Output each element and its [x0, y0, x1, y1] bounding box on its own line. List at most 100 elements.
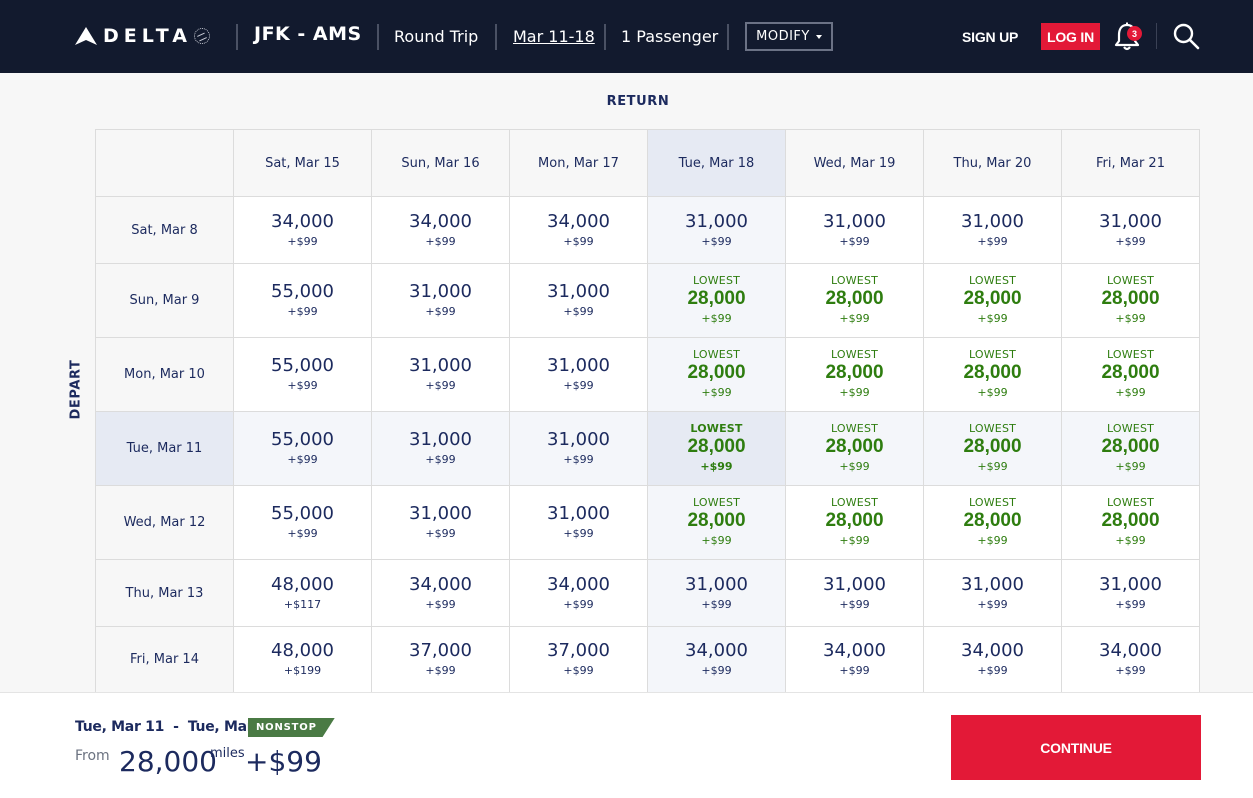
fare-cell[interactable]: 55,000 +$99 [233, 411, 372, 486]
fare-fee: +$99 [839, 664, 870, 677]
fare-cell[interactable]: 34,000 +$99 [371, 559, 510, 627]
selection-summary-bar: Tue, Mar 11 - Tue, Mar 18 NONSTOP From 2… [0, 692, 1253, 798]
fare-cell[interactable]: LOWEST 28,000 +$99 [647, 485, 786, 560]
fare-fee: +$99 [1115, 386, 1146, 399]
return-date-header: Thu, Mar 20 [923, 129, 1062, 197]
fare-cell[interactable]: 31,000 +$99 [923, 559, 1062, 627]
return-date-header: Tue, Mar 18 [647, 129, 786, 197]
corner-cell [95, 129, 234, 197]
fare-cell[interactable]: LOWEST 28,000 +$99 [923, 263, 1062, 338]
log-in-button[interactable]: LOG IN [1041, 23, 1100, 50]
fare-fee: +$99 [1115, 312, 1146, 325]
fare-cell[interactable]: 48,000 +$117 [233, 559, 372, 627]
fare-fee: +$99 [839, 534, 870, 547]
fare-cell[interactable]: LOWEST 28,000 +$99 [1061, 411, 1200, 486]
fare-cell[interactable]: 31,000 +$99 [1061, 559, 1200, 627]
top-nav-bar: DELTA JFK - AMS Round Trip Mar 11-18 1 P… [0, 0, 1253, 73]
fare-cell[interactable]: 31,000 +$99 [509, 263, 648, 338]
fare-cell[interactable]: LOWEST 28,000 +$99 [647, 337, 786, 412]
fare-cell[interactable]: 31,000 +$99 [509, 337, 648, 412]
divider [236, 24, 238, 50]
fare-cell[interactable]: 34,000 +$99 [509, 559, 648, 627]
depart-row: Sat, Mar 8 34,000 +$99 34,000 +$99 34,000 +$99… [95, 196, 1200, 264]
fare-miles: 31,000 [685, 573, 748, 595]
fare-cell[interactable]: 55,000 +$99 [233, 263, 372, 338]
continue-button[interactable]: CONTINUE [951, 715, 1201, 780]
fare-cell[interactable]: LOWEST 28,000 +$99 [1061, 263, 1200, 338]
travel-dates-link[interactable]: Mar 11-18 [513, 27, 595, 46]
fare-cell[interactable]: LOWEST 28,000 +$99 [923, 485, 1062, 560]
return-dates-row: Sat, Mar 15 Sun, Mar 16 Mon, Mar 17 Tue, Ma… [95, 129, 1200, 197]
fare-fee: +$99 [287, 305, 318, 318]
fare-miles: 28,000 [825, 436, 884, 457]
fare-cell[interactable]: 48,000 +$199 [233, 626, 372, 693]
fare-cell[interactable]: LOWEST 28,000 +$99 [1061, 485, 1200, 560]
fare-cell[interactable]: 31,000 +$99 [1061, 196, 1200, 264]
fare-cell[interactable]: 34,000 +$99 [509, 196, 648, 264]
return-date-header: Fri, Mar 21 [1061, 129, 1200, 197]
fare-fee: +$99 [287, 234, 318, 248]
fare-fee: +$99 [425, 453, 456, 466]
fare-cell[interactable]: 31,000 +$99 [647, 196, 786, 264]
fare-cell[interactable]: 34,000 +$99 [371, 196, 510, 264]
fare-fee: +$99 [425, 305, 456, 318]
fare-miles: 28,000 [963, 510, 1022, 531]
fare-cell[interactable]: LOWEST 28,000 +$99 [923, 411, 1062, 486]
fare-cell[interactable]: 31,000 +$99 [371, 411, 510, 486]
fare-cell[interactable]: 31,000 +$99 [647, 559, 786, 627]
fare-cell[interactable]: 31,000 +$99 [509, 411, 648, 486]
fare-cell[interactable]: LOWEST 28,000 +$99 [923, 337, 1062, 412]
fare-cell[interactable]: 34,000 +$99 [1061, 626, 1200, 693]
fare-cell[interactable]: 31,000 +$99 [371, 263, 510, 338]
fare-cell[interactable]: 31,000 +$99 [371, 337, 510, 412]
divider [604, 24, 606, 50]
fare-cell[interactable]: 31,000 +$99 [923, 196, 1062, 264]
fare-cell[interactable]: 37,000 +$99 [371, 626, 510, 693]
fare-cell[interactable]: LOWEST 28,000 +$99 [785, 485, 924, 560]
fare-cell[interactable]: 31,000 +$99 [509, 485, 648, 560]
search-icon[interactable] [1172, 22, 1200, 50]
fare-miles: 31,000 [961, 210, 1024, 232]
fare-fee: +$99 [1115, 234, 1146, 248]
fare-cell[interactable]: LOWEST 28,000 +$99 [647, 263, 786, 338]
lowest-fare-tag: LOWEST [692, 348, 741, 361]
sign-up-link[interactable]: SIGN UP [962, 29, 1018, 45]
fare-cell[interactable]: 31,000 +$99 [371, 485, 510, 560]
fare-cell[interactable]: 31,000 +$99 [785, 559, 924, 627]
depart-date-label: Wed, Mar 12 [95, 485, 234, 560]
fare-miles: 28,000 [1101, 288, 1160, 309]
brand-name: DELTA [103, 25, 192, 47]
fare-cell[interactable]: LOWEST 28,000 +$99 [785, 263, 924, 338]
return-date-header: Mon, Mar 17 [509, 129, 648, 197]
depart-row: Wed, Mar 12 55,000 +$99 31,000 +$99 31,000 +$9… [95, 485, 1200, 560]
delta-logo[interactable]: DELTA [75, 24, 210, 48]
fare-cell[interactable]: 34,000 +$99 [785, 626, 924, 693]
fare-cell[interactable]: 31,000 +$99 [785, 196, 924, 264]
fare-calendar-grid: Sat, Mar 15 Sun, Mar 16 Mon, Mar 17 Tue, Ma… [95, 129, 1200, 693]
fare-fee: +$99 [563, 305, 594, 318]
fare-cell[interactable]: 55,000 +$99 [233, 485, 372, 560]
notification-badge: 3 [1127, 26, 1142, 41]
divider [495, 24, 497, 50]
fare-miles: 28,000 [963, 362, 1022, 383]
fare-fee: +$99 [1115, 664, 1146, 677]
fare-fee: +$99 [701, 597, 732, 611]
depart-row: Mon, Mar 10 55,000 +$99 31,000 +$99 31,000 +$9… [95, 337, 1200, 412]
fare-fee: +$99 [977, 386, 1008, 399]
fare-cell[interactable]: LOWEST 28,000 +$99 [785, 411, 924, 486]
fare-miles: 34,000 [685, 640, 748, 661]
fare-cell[interactable]: 34,000 +$99 [233, 196, 372, 264]
modify-search-button[interactable]: MODIFY [745, 22, 833, 51]
fare-miles: 37,000 [547, 640, 610, 661]
fare-miles: 37,000 [409, 640, 472, 661]
fare-cell[interactable]: 34,000 +$99 [923, 626, 1062, 693]
fare-cell[interactable]: 55,000 +$99 [233, 337, 372, 412]
fare-fee: +$99 [425, 379, 456, 392]
fare-cell[interactable]: LOWEST 28,000 +$99 [647, 411, 786, 486]
route-title: JFK - AMS [254, 23, 362, 45]
fare-cell[interactable]: LOWEST 28,000 +$99 [785, 337, 924, 412]
fare-cell[interactable]: LOWEST 28,000 +$99 [1061, 337, 1200, 412]
fare-cell[interactable]: 34,000 +$99 [647, 626, 786, 693]
fare-cell[interactable]: 37,000 +$99 [509, 626, 648, 693]
depart-row: Tue, Mar 11 55,000 +$99 31,000 +$99 31,000 +$9… [95, 411, 1200, 486]
